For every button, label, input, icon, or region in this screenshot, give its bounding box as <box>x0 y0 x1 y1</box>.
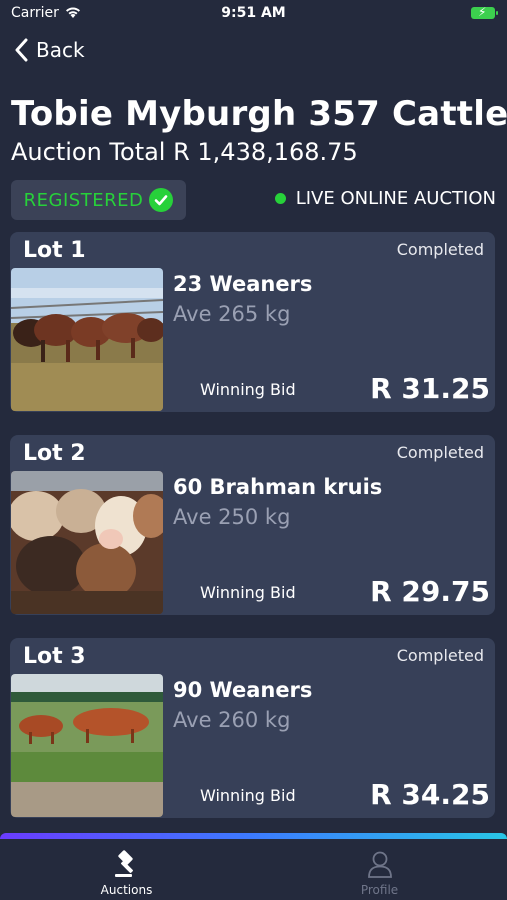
tab-label: Profile <box>360 883 399 897</box>
lot-status: Completed <box>396 646 484 665</box>
lot-name: 23 Weaners <box>173 272 313 296</box>
winning-bid-label: Winning Bid <box>200 786 296 805</box>
auction-total: Auction Total R 1,438,168.75 <box>11 138 358 166</box>
lot-label: Lot 3 <box>23 644 86 669</box>
back-button[interactable]: Back <box>14 38 85 62</box>
lot-weight: Ave 250 kg <box>173 505 291 529</box>
lot-label: Lot 2 <box>23 441 86 466</box>
lot-name: 60 Brahman kruis <box>173 475 383 499</box>
gavel-icon <box>114 850 133 877</box>
lot-label: Lot 1 <box>23 238 86 263</box>
live-label: LIVE ONLINE AUCTION <box>295 188 496 209</box>
lot-card-2[interactable]: Lot 2 Completed 60 Brahman kruis Ave 250… <box>10 435 495 615</box>
tab-bar: Auctions Profile <box>0 839 507 900</box>
winning-bid-value: R 31.25 <box>370 372 490 405</box>
tab-profile[interactable]: Profile <box>253 839 506 900</box>
page-title: Tobie Myburgh 357 Cattle <box>11 94 507 134</box>
winning-bid-label: Winning Bid <box>200 380 296 399</box>
lot-photo <box>11 268 163 411</box>
tab-auctions[interactable]: Auctions <box>0 839 253 900</box>
winning-bid-value: R 34.25 <box>370 778 490 811</box>
tab-label: Auctions <box>100 883 153 897</box>
lot-card-1[interactable]: Lot 1 Completed 23 Weaners Ave 265 kg Wi… <box>10 232 495 412</box>
lot-weight: Ave 265 kg <box>173 302 291 326</box>
winning-bid-label: Winning Bid <box>200 583 296 602</box>
lot-status: Completed <box>396 240 484 259</box>
person-icon <box>367 851 392 878</box>
chevron-left-icon <box>15 38 28 62</box>
battery-icon: ⚡ <box>471 5 498 19</box>
registered-badge: REGISTERED <box>11 180 186 220</box>
live-auction-indicator: LIVE ONLINE AUCTION <box>274 188 496 209</box>
lot-photo <box>11 674 163 817</box>
lot-card-3[interactable]: Lot 3 Completed 90 Weaners Ave 260 kg Wi… <box>10 638 495 818</box>
checkmark-icon <box>149 188 174 212</box>
registered-label: REGISTERED <box>23 189 144 211</box>
lot-photo <box>11 471 163 614</box>
back-label: Back <box>36 38 85 62</box>
lot-name: 90 Weaners <box>173 678 313 702</box>
status-bar: Carrier 9:51 AM ⚡ <box>0 0 507 28</box>
live-dot-icon <box>274 193 286 204</box>
lot-weight: Ave 260 kg <box>173 708 291 732</box>
clock: 9:51 AM <box>221 5 286 21</box>
lot-status: Completed <box>396 443 484 462</box>
winning-bid-value: R 29.75 <box>370 575 490 608</box>
